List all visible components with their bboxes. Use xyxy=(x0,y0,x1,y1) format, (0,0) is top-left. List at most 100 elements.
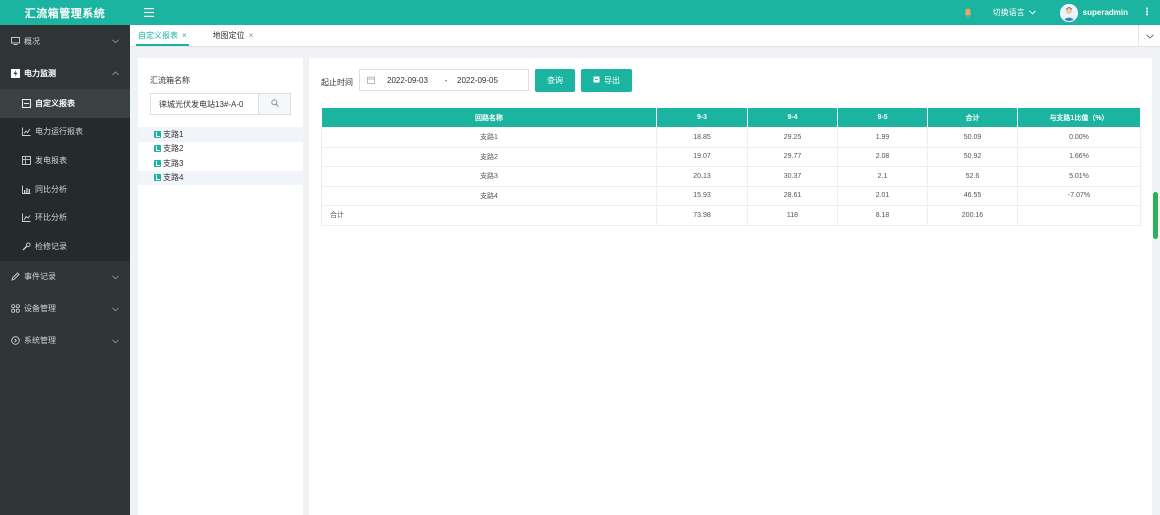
sidebar-item-label: 电力监测 xyxy=(24,68,56,78)
user-menu[interactable]: superadmin xyxy=(1059,3,1128,22)
tree-node-branch-1[interactable]: 支路1 xyxy=(138,127,303,142)
branch-icon xyxy=(154,174,161,182)
table-cell: 30.37 xyxy=(747,166,838,187)
table-row: 支路2 19.07 29.77 2.08 50.92 1.66% xyxy=(321,146,1141,167)
table-cell: 200.16 xyxy=(927,205,1018,226)
sidebar-item-maintenance-record[interactable]: 检修记录 xyxy=(0,231,130,261)
sidebar-item-label: 电力运行报表 xyxy=(35,127,83,137)
combiner-box-input[interactable]: 徕城光伏发电站13#-A-0 xyxy=(150,93,258,115)
sidebar-item-device-management[interactable]: 设备管理 xyxy=(0,293,130,325)
table-cell: 15.93 xyxy=(656,185,748,206)
sidebar-item-label: 检修记录 xyxy=(35,241,67,251)
chart-icon xyxy=(22,185,31,194)
table-cell: 29.25 xyxy=(747,127,838,148)
sidebar-item-label: 自定义报表 xyxy=(35,98,75,108)
date-range-picker[interactable]: 2022-09-03 - 2022-09-05 xyxy=(359,69,529,91)
power-icon xyxy=(10,68,20,78)
branch-icon xyxy=(154,159,161,167)
column-header: 9-4 xyxy=(747,107,838,128)
tree-node-label: 支路1 xyxy=(163,129,184,139)
avatar xyxy=(1059,3,1078,22)
sidebar-item-overview[interactable]: 概况 xyxy=(0,25,130,57)
column-header: 合计 xyxy=(927,107,1018,128)
table-cell: -7.07% xyxy=(1017,185,1141,206)
table-cell: 2.1 xyxy=(837,166,928,187)
table-cell: 46.55 xyxy=(927,185,1018,206)
sidebar-item-label: 概况 xyxy=(24,36,40,46)
sidebar-item-generation-report[interactable]: 发电报表 xyxy=(0,146,130,175)
table-cell: 73.98 xyxy=(656,205,748,226)
report-icon xyxy=(22,98,31,108)
language-switcher[interactable]: 切换语言 xyxy=(993,7,1036,18)
bell-icon[interactable] xyxy=(963,8,973,18)
calendar-icon xyxy=(367,76,375,84)
close-icon[interactable]: × xyxy=(249,31,254,40)
tab-map-location[interactable]: 地图定位 × xyxy=(205,24,262,46)
tree-node-branch-2[interactable]: 支路2 xyxy=(138,142,303,157)
query-button[interactable]: 查询 xyxy=(535,69,575,92)
tabs-bar: 自定义报表 × 地图定位 × xyxy=(130,25,1160,47)
table-cell: 5.01% xyxy=(1017,166,1141,187)
sidebar-item-power-operation-report[interactable]: 电力运行报表 xyxy=(0,117,130,147)
date-range-label: 起止时间 xyxy=(321,78,353,87)
table-cell: 支路1 xyxy=(321,127,657,148)
username: superadmin xyxy=(1082,8,1128,17)
sidebar-item-power-monitoring[interactable]: 电力监测 xyxy=(0,57,130,89)
sidebar-item-label: 环比分析 xyxy=(35,213,67,223)
table-cell: 19.07 xyxy=(656,146,748,167)
tab-label: 自定义报表 xyxy=(138,30,178,40)
table-cell: 28.61 xyxy=(747,185,838,206)
table-cell: 20.13 xyxy=(656,166,748,187)
chevron-down-icon xyxy=(1145,32,1154,41)
sidebar-item-system-management[interactable]: 系统管理 xyxy=(0,325,130,357)
menu-toggle-icon[interactable] xyxy=(142,6,156,20)
chart-icon xyxy=(22,213,31,223)
tree-node-branch-4[interactable]: 支路4 xyxy=(138,170,303,185)
branch-icon xyxy=(154,145,161,153)
table-cell: 支路3 xyxy=(321,166,657,187)
tree-node-label: 支路4 xyxy=(163,173,184,183)
tree-node-label: 支路3 xyxy=(163,158,184,168)
monitor-icon xyxy=(10,36,20,46)
more-icon[interactable]: ⋮ xyxy=(1142,7,1152,18)
start-date-input[interactable]: 2022-09-03 xyxy=(387,76,435,85)
sidebar-item-label: 设备管理 xyxy=(24,304,56,314)
sidebar-item-yoy-analysis[interactable]: 同比分析 xyxy=(0,174,130,204)
export-button[interactable]: 导出 xyxy=(581,69,632,92)
chevron-up-icon xyxy=(112,69,120,77)
tabs-more-button[interactable] xyxy=(1138,25,1160,47)
edit-icon xyxy=(10,272,20,282)
table-cell: 18.85 xyxy=(656,127,748,148)
query-button-label: 查询 xyxy=(547,76,563,85)
sidebar-item-label: 同比分析 xyxy=(35,184,67,194)
column-header: 回路名称 xyxy=(321,107,657,128)
combiner-box-panel: 汇流箱名称 徕城光伏发电站13#-A-0 支路1 支路2 支路3 支路4 xyxy=(138,58,303,515)
header-actions: 切换语言 superadmin ⋮ xyxy=(963,0,1160,25)
page-scrollbar[interactable] xyxy=(1153,192,1158,239)
sidebar: 概况 电力监测 自定义报表 电力运行报表 发电报表 同比分析 环比分析 检修记录… xyxy=(0,25,130,515)
end-date-input[interactable]: 2022-09-05 xyxy=(457,76,498,85)
search-icon xyxy=(270,99,279,109)
table-cell: 118 xyxy=(747,205,838,226)
search-button[interactable] xyxy=(258,93,291,115)
chevron-down-icon xyxy=(112,37,120,45)
sidebar-item-label: 发电报表 xyxy=(35,155,67,165)
close-icon[interactable]: × xyxy=(182,31,187,40)
table-cell: 50.09 xyxy=(927,127,1018,148)
chart-icon xyxy=(22,127,31,137)
column-header: 9-5 xyxy=(837,107,928,128)
sidebar-item-event-record[interactable]: 事件记录 xyxy=(0,261,130,293)
sidebar-item-custom-report[interactable]: 自定义报表 xyxy=(0,89,130,118)
chevron-down-icon xyxy=(112,337,120,345)
sidebar-item-mom-analysis[interactable]: 环比分析 xyxy=(0,203,130,232)
date-separator: - xyxy=(444,75,448,85)
table-cell: 2.01 xyxy=(837,185,928,206)
column-header: 与支路1比值（%） xyxy=(1017,107,1141,128)
tab-custom-report[interactable]: 自定义报表 × xyxy=(130,24,195,46)
language-label: 切换语言 xyxy=(992,8,1025,17)
tree-node-branch-3[interactable]: 支路3 xyxy=(138,156,303,171)
grid-icon xyxy=(10,304,20,314)
column-header: 9-3 xyxy=(656,107,748,128)
table-header-row: 回路名称 9-3 9-4 9-5 合计 与支路1比值（%） xyxy=(321,107,1141,128)
report-table: 回路名称 9-3 9-4 9-5 合计 与支路1比值（%） 支路1 18.85 … xyxy=(321,107,1141,226)
